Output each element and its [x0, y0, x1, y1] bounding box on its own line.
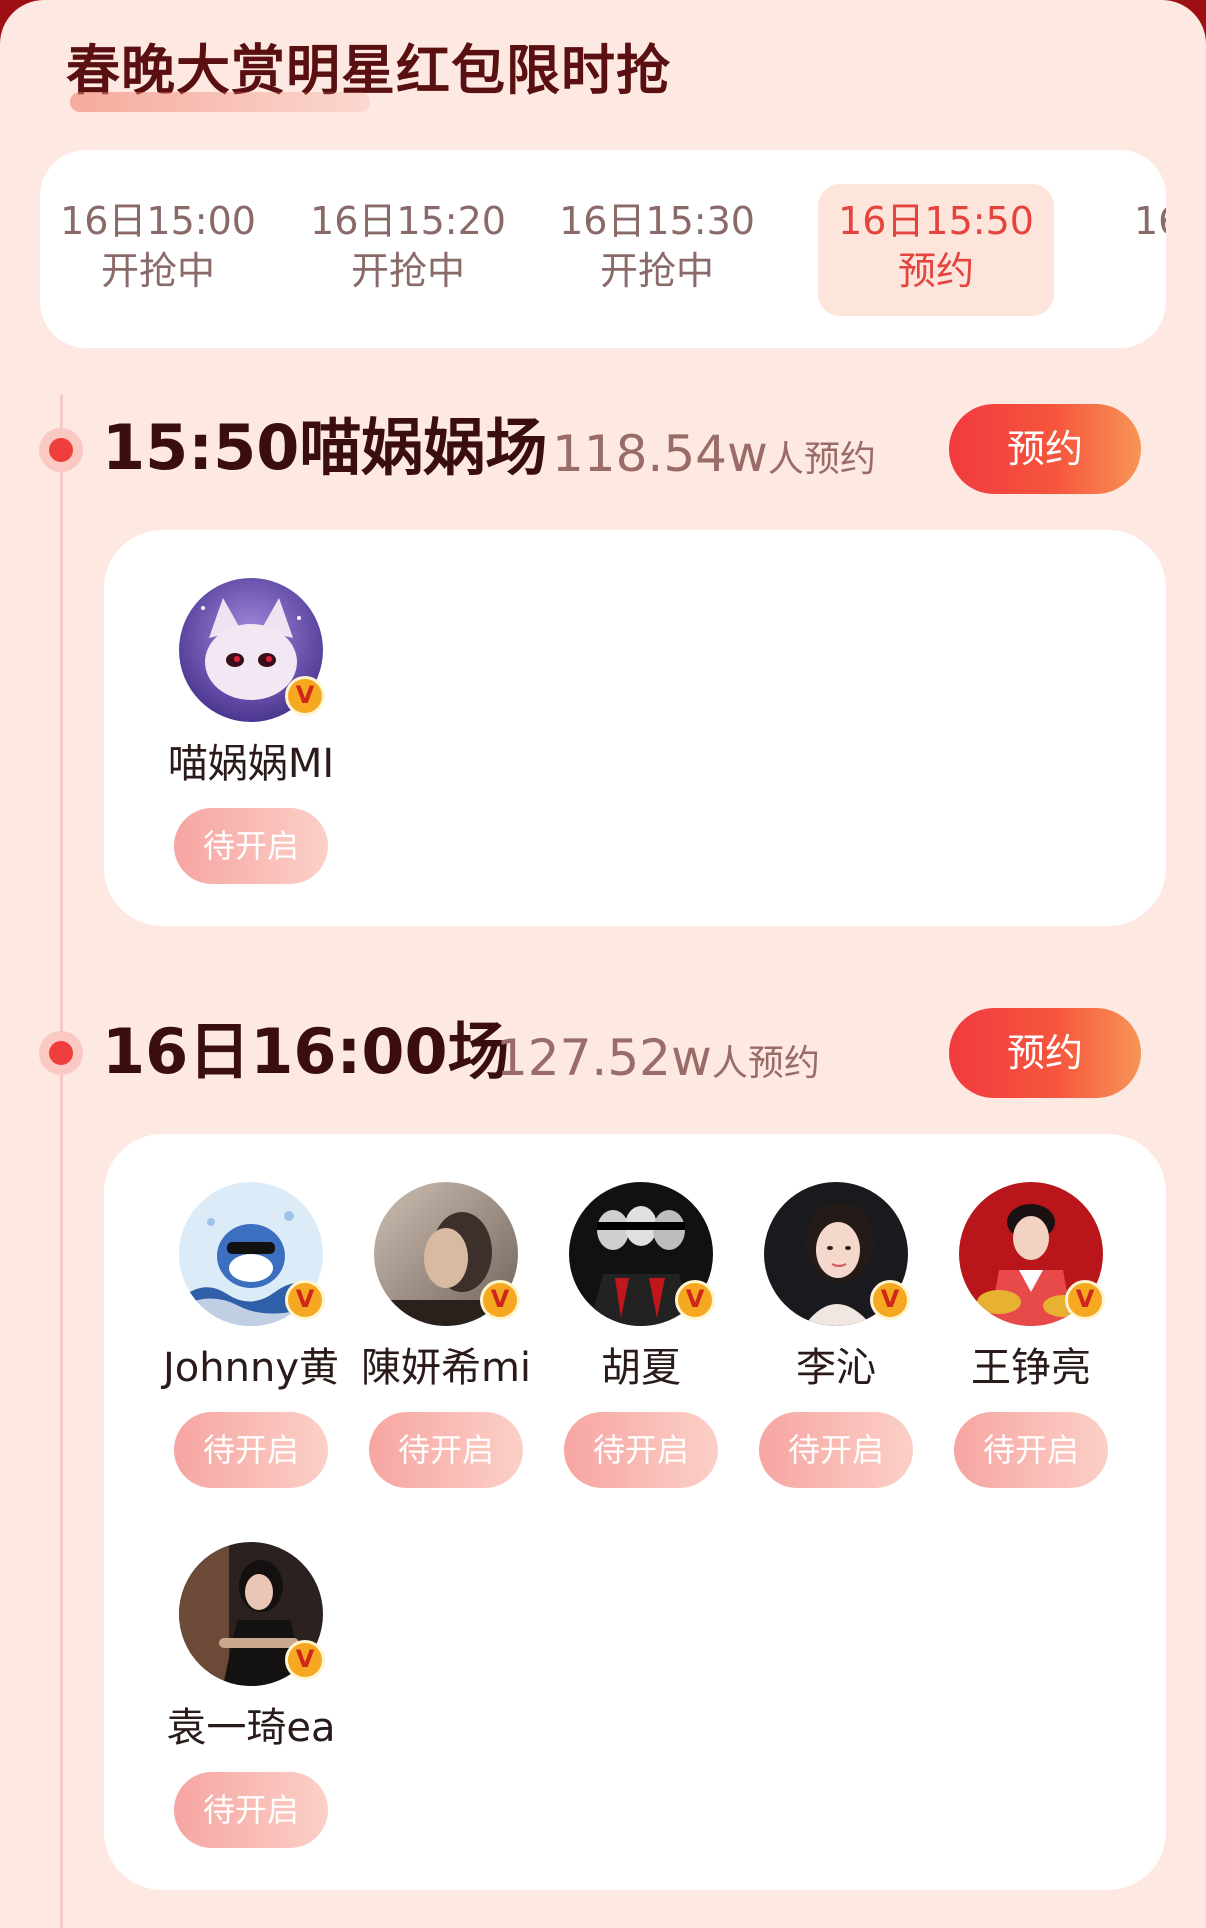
- star-item[interactable]: V 李沁 待开启: [741, 1182, 931, 1488]
- timeline-line: [60, 395, 63, 1928]
- star-item[interactable]: V 王铮亮 待开启: [936, 1182, 1126, 1488]
- star-name: 陳妍希mi: [360, 1345, 532, 1391]
- star-name: Johnny黄: [163, 1345, 339, 1391]
- avatar[interactable]: V: [374, 1182, 520, 1326]
- timeline-dot: [39, 1031, 83, 1075]
- pending-status-button[interactable]: 待开启: [174, 808, 328, 884]
- tab-time: 16日: [1134, 199, 1166, 243]
- verified-badge-icon: V: [1065, 1280, 1105, 1320]
- reservation-count: 118.54w人预约: [552, 416, 876, 498]
- timeline-dot: [39, 428, 83, 472]
- reserve-button[interactable]: 预约: [949, 404, 1141, 494]
- reservation-count: 127.52w人预约: [496, 1020, 820, 1102]
- star-name: 袁一琦ea: [166, 1705, 336, 1751]
- verified-badge-icon: V: [675, 1280, 715, 1320]
- star-item[interactable]: V 袁一琦ea 待开启: [156, 1542, 346, 1848]
- reservation-count-value: 127.52w: [496, 1029, 712, 1087]
- pending-status-button[interactable]: 待开启: [174, 1772, 328, 1848]
- pending-status-button[interactable]: 待开启: [564, 1412, 718, 1488]
- tab-time: 16日15:30: [559, 199, 755, 243]
- star-item[interactable]: V Johnny黄 待开启: [156, 1182, 346, 1488]
- tab-status: 开抢中: [100, 249, 215, 293]
- tab-status: 开抢中: [599, 249, 714, 293]
- verified-badge-icon: V: [285, 1280, 325, 1320]
- avatar[interactable]: V: [764, 1182, 910, 1326]
- reservation-count-value: 118.54w: [552, 425, 768, 483]
- tab-status: 预约: [897, 249, 974, 293]
- star-item[interactable]: V 胡夏 待开启: [546, 1182, 736, 1488]
- star-card: V 喵娲娲MI 待开启: [104, 530, 1166, 926]
- avatar[interactable]: V: [569, 1182, 715, 1326]
- verified-badge-icon: V: [870, 1280, 910, 1320]
- reservation-count-suffix: 人预约: [711, 1043, 820, 1084]
- tab-time: 16日15:00: [60, 199, 256, 243]
- main-panel: 春晚大赏明星红包限时抢 16日15:00 开抢中 16日15:20 开抢中 16…: [0, 0, 1206, 1928]
- time-tab-1520[interactable]: 16日15:20 开抢中: [290, 184, 526, 316]
- star-name: 喵娲娲MI: [167, 741, 335, 787]
- reservation-count-suffix: 人预约: [767, 439, 876, 480]
- pending-status-button[interactable]: 待开启: [759, 1412, 913, 1488]
- pending-status-button[interactable]: 待开启: [369, 1412, 523, 1488]
- star-item[interactable]: V 陳妍希mi 待开启: [351, 1182, 541, 1488]
- tab-status: 预: [1078, 246, 1166, 296]
- verified-badge-icon: V: [285, 676, 325, 716]
- avatar[interactable]: V: [179, 1542, 325, 1686]
- reserve-button[interactable]: 预约: [949, 1008, 1141, 1098]
- pending-status-button[interactable]: 待开启: [174, 1412, 328, 1488]
- star-item[interactable]: V 喵娲娲MI 待开启: [156, 578, 346, 884]
- pending-status-button[interactable]: 待开启: [954, 1412, 1108, 1488]
- tab-status: 开抢中: [350, 249, 465, 293]
- tab-time: 16日15:50: [838, 199, 1034, 243]
- time-tab-1550[interactable]: 16日15:50 预约: [818, 184, 1054, 316]
- verified-badge-icon: V: [480, 1280, 520, 1320]
- star-name: 李沁: [796, 1345, 876, 1391]
- session-title: 16日16:00场: [102, 1015, 510, 1088]
- avatar[interactable]: V: [179, 1182, 325, 1326]
- avatar[interactable]: V: [179, 578, 325, 722]
- time-tab-1500[interactable]: 16日15:00 开抢中: [40, 184, 276, 316]
- star-card: V Johnny黄 待开启 V 陳妍希mi 待开启 V 胡夏 待开启 V 李沁 …: [104, 1134, 1166, 1890]
- session-title: 15:50喵娲娲场: [102, 411, 548, 484]
- verified-badge-icon: V: [285, 1640, 325, 1680]
- star-name: 王铮亮: [971, 1345, 1091, 1391]
- time-tab-1530[interactable]: 16日15:30 开抢中: [539, 184, 775, 316]
- tab-time: 16日15:20: [310, 199, 506, 243]
- time-tab-bar: 16日15:00 开抢中 16日15:20 开抢中 16日15:30 开抢中 1…: [40, 150, 1166, 348]
- time-tab-next[interactable]: 16日 预: [1078, 184, 1166, 316]
- title-underline: [70, 92, 370, 112]
- star-name: 胡夏: [601, 1345, 681, 1391]
- avatar[interactable]: V: [959, 1182, 1105, 1326]
